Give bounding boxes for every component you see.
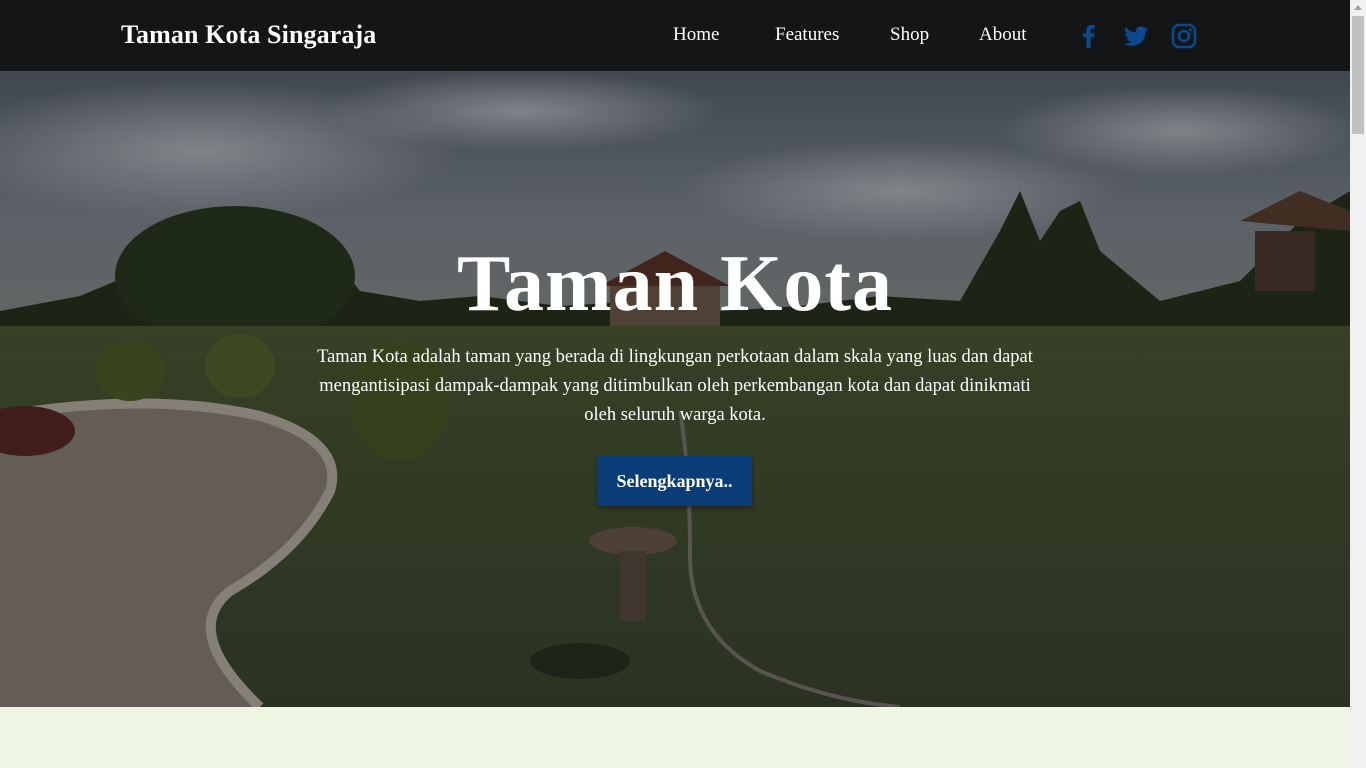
nav-link-features[interactable]: Features (775, 23, 839, 47)
read-more-button[interactable]: Selengkapnya.. (597, 456, 752, 506)
hero-title: Taman Kota (456, 240, 893, 328)
next-section (0, 707, 1350, 768)
scrollbar-thumb[interactable] (1352, 16, 1364, 134)
navbar: Taman Kota Singaraja Home Features Shop … (0, 0, 1350, 71)
nav-link-about[interactable]: About (979, 23, 1027, 47)
facebook-icon[interactable] (1075, 22, 1103, 50)
twitter-icon[interactable] (1122, 22, 1150, 50)
nav-link-shop[interactable]: Shop (890, 23, 929, 47)
nav-link-home[interactable]: Home (673, 23, 719, 47)
instagram-icon[interactable] (1170, 22, 1198, 50)
hero-section: Taman Kota Taman Kota adalah taman yang … (0, 71, 1350, 707)
page-scrollbar[interactable] (1350, 0, 1366, 768)
scroll-up-arrow-icon[interactable] (1354, 5, 1362, 10)
brand-logo-link[interactable]: Taman Kota Singaraja (121, 19, 376, 51)
hero-description: Taman Kota adalah taman yang berada di l… (317, 347, 1033, 425)
